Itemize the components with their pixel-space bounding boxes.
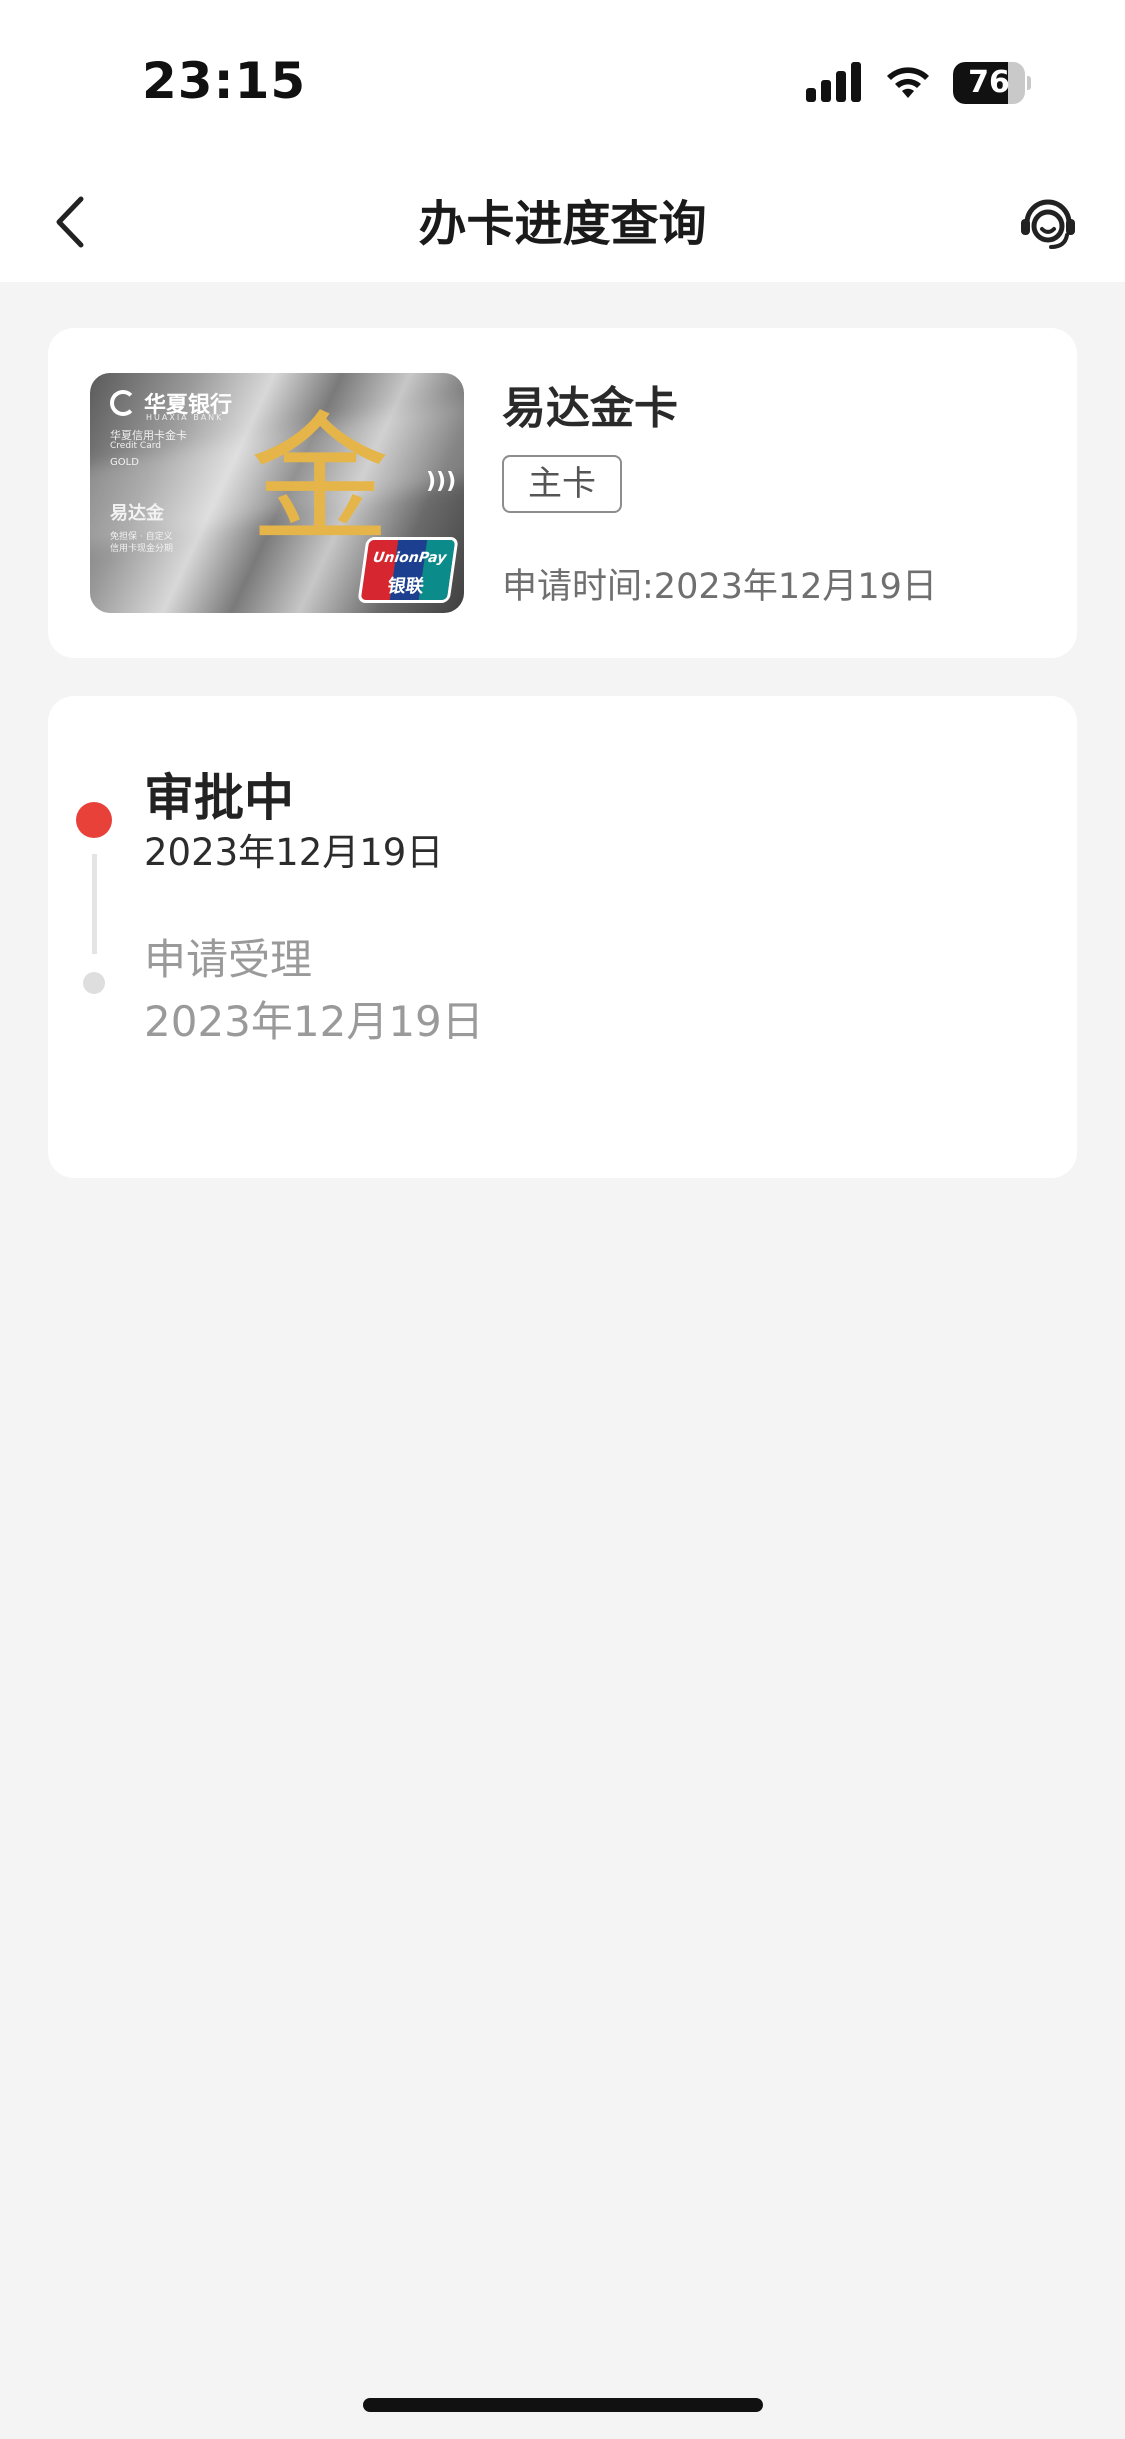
- status-bar: 23:15 76: [0, 0, 1125, 160]
- timeline-connector: [92, 854, 97, 954]
- battery-icon: 76: [953, 62, 1031, 104]
- card-info-panel: 华夏银行 HUAXIA BANK 华夏信用卡金卡 Credit Card GOL…: [48, 328, 1077, 658]
- gold-character-graphic: 金: [250, 399, 391, 562]
- apply-time-label: 申请时间:: [502, 567, 654, 607]
- status-time: 23:15: [142, 52, 307, 110]
- step-title-current: 审批中: [144, 769, 294, 827]
- card-type-badge: 主卡: [502, 455, 622, 513]
- credit-card-image: 华夏银行 HUAXIA BANK 华夏信用卡金卡 Credit Card GOL…: [90, 373, 464, 613]
- unionpay-logo: UnionPay 银联: [357, 537, 459, 603]
- timeline-dot-active: [76, 802, 112, 838]
- contactless-icon: ))): [426, 469, 457, 494]
- step-title-previous: 申请受理: [144, 935, 313, 984]
- step-date-current: 2023年12月19日: [144, 831, 444, 874]
- page-title: 办卡进度查询: [418, 196, 707, 252]
- timeline-dot-inactive: [83, 972, 105, 994]
- customer-service-headset-icon: [1021, 199, 1075, 249]
- apply-time: 申请时间: 2023年12月19日: [502, 558, 937, 609]
- step-date-previous: 2023年12月19日: [144, 997, 484, 1046]
- customer-service-button[interactable]: [1010, 184, 1086, 260]
- battery-level-text: 76: [968, 65, 1010, 100]
- home-indicator[interactable]: [363, 2398, 763, 2412]
- nav-bar: 办卡进度查询: [0, 160, 1125, 282]
- huaxia-bank-logo-icon: [110, 390, 136, 416]
- card-name: 易达金卡: [502, 383, 678, 434]
- wifi-icon: [887, 67, 929, 98]
- apply-time-value: 2023年12月19日: [653, 567, 937, 607]
- cellular-signal-icon: [806, 62, 861, 102]
